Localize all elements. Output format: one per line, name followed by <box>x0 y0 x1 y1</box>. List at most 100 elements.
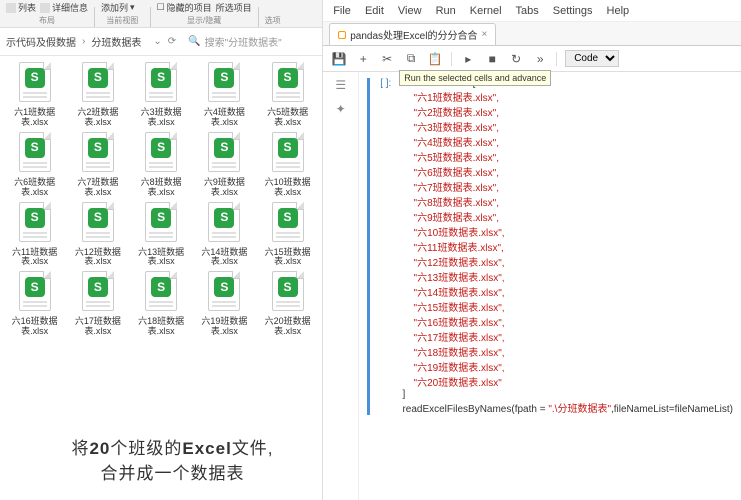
xlsx-icon: S <box>17 271 53 315</box>
address-bar: 示代码及假数据 › 分班数据表 ⌄ ⟳ 🔍 搜索"分班数据表" <box>0 28 322 56</box>
file-label: 六15班数据表.xlsx <box>257 248 318 268</box>
file-item[interactable]: S六11班数据表.xlsx <box>4 202 65 268</box>
file-item[interactable]: S六2班数据表.xlsx <box>67 62 128 128</box>
file-item[interactable]: S六4班数据表.xlsx <box>194 62 255 128</box>
xlsx-icon: S <box>143 62 179 106</box>
xlsx-icon: S <box>80 132 116 176</box>
search-input[interactable]: 🔍 搜索"分班数据表" <box>188 34 318 49</box>
xlsx-icon: S <box>206 271 242 315</box>
file-label: 六9班数据表.xlsx <box>194 178 255 198</box>
ribbon-list[interactable]: 列表 <box>6 1 36 14</box>
caption: 将20个班级的Excel文件, 合并成一个数据表 <box>0 434 345 484</box>
file-item[interactable]: S六13班数据表.xlsx <box>130 202 191 268</box>
run-icon[interactable]: ▸ <box>460 51 476 67</box>
xlsx-icon: S <box>17 132 53 176</box>
file-item[interactable]: S六3班数据表.xlsx <box>130 62 191 128</box>
tab-title: pandas处理Excel的分分合合 <box>350 27 477 42</box>
menu-tabs[interactable]: Tabs <box>516 5 539 17</box>
notebook-toolbar: 💾 + ✂ ⧉ 📋 ▸ ■ ↻ » Code Run the selected … <box>323 46 741 72</box>
tooltip: Run the selected cells and advance <box>399 70 551 86</box>
paste-icon[interactable]: 📋 <box>427 51 443 67</box>
notebook-icon <box>338 31 346 39</box>
file-item[interactable]: S六7班数据表.xlsx <box>67 132 128 198</box>
file-item[interactable]: S六14班数据表.xlsx <box>194 202 255 268</box>
ribbon-addcol[interactable]: 添加列 ▾ <box>101 1 144 14</box>
file-item[interactable]: S六20班数据表.xlsx <box>257 271 318 337</box>
file-label: 六19班数据表.xlsx <box>194 317 255 337</box>
file-label: 六14班数据表.xlsx <box>194 248 255 268</box>
tabbar: pandas处理Excel的分分合合 × <box>323 22 741 46</box>
menu-kernel[interactable]: Kernel <box>470 5 502 17</box>
ribbon-selected[interactable]: 所选项目 <box>216 1 252 14</box>
file-label: 六3班数据表.xlsx <box>130 108 191 128</box>
file-label: 六17班数据表.xlsx <box>67 317 128 337</box>
file-label: 六20班数据表.xlsx <box>257 317 318 337</box>
ext-icon[interactable]: ✦ <box>336 102 346 116</box>
save-icon[interactable]: 💾 <box>331 51 347 67</box>
file-item[interactable]: S六5班数据表.xlsx <box>257 62 318 128</box>
file-item[interactable]: S六19班数据表.xlsx <box>194 271 255 337</box>
stop-icon[interactable]: ■ <box>484 51 500 67</box>
file-label: 六10班数据表.xlsx <box>257 178 318 198</box>
file-item[interactable]: S六18班数据表.xlsx <box>130 271 191 337</box>
menu-help[interactable]: Help <box>607 5 630 17</box>
file-label: 六6班数据表.xlsx <box>4 178 65 198</box>
file-item[interactable]: S六1班数据表.xlsx <box>4 62 65 128</box>
file-item[interactable]: S六8班数据表.xlsx <box>130 132 191 198</box>
file-label: 六16班数据表.xlsx <box>4 317 65 337</box>
code-cell[interactable]: [ ]:fileNameList = [ "六1班数据表.xlsx", "六2班… <box>367 78 733 415</box>
ribbon-hidden[interactable]: ☐ 隐藏的项目 <box>157 1 212 14</box>
cell-type-select[interactable]: Code <box>565 50 619 67</box>
xlsx-icon: S <box>270 62 306 106</box>
xlsx-icon: S <box>80 202 116 246</box>
xlsx-icon: S <box>143 271 179 315</box>
fastforward-icon[interactable]: » <box>532 51 548 67</box>
file-item[interactable]: S六9班数据表.xlsx <box>194 132 255 198</box>
menu-run[interactable]: Run <box>436 5 456 17</box>
file-item[interactable]: S六17班数据表.xlsx <box>67 271 128 337</box>
notebook-tab[interactable]: pandas处理Excel的分分合合 × <box>329 23 496 45</box>
add-icon[interactable]: + <box>355 51 371 67</box>
file-grid: S六1班数据表.xlsxS六2班数据表.xlsxS六3班数据表.xlsxS六4班… <box>0 56 322 343</box>
xlsx-icon: S <box>206 132 242 176</box>
refresh-icon[interactable]: ⟳ <box>168 36 176 47</box>
xlsx-icon: S <box>143 132 179 176</box>
xlsx-icon: S <box>80 62 116 106</box>
menu-file[interactable]: File <box>333 5 351 17</box>
file-item[interactable]: S六10班数据表.xlsx <box>257 132 318 198</box>
close-icon[interactable]: × <box>481 29 487 40</box>
menu-view[interactable]: View <box>398 5 422 17</box>
file-item[interactable]: S六16班数据表.xlsx <box>4 271 65 337</box>
file-label: 六1班数据表.xlsx <box>4 108 65 128</box>
file-label: 六2班数据表.xlsx <box>67 108 128 128</box>
xlsx-icon: S <box>270 271 306 315</box>
file-item[interactable]: S六12班数据表.xlsx <box>67 202 128 268</box>
file-label: 六7班数据表.xlsx <box>67 178 128 198</box>
xlsx-icon: S <box>143 202 179 246</box>
menu-settings[interactable]: Settings <box>553 5 593 17</box>
ribbon-details[interactable]: 详细信息 <box>40 1 88 14</box>
cut-icon[interactable]: ✂ <box>379 51 395 67</box>
file-item[interactable]: S六6班数据表.xlsx <box>4 132 65 198</box>
file-label: 六18班数据表.xlsx <box>130 317 191 337</box>
restart-icon[interactable]: ↻ <box>508 51 524 67</box>
copy-icon[interactable]: ⧉ <box>403 51 419 67</box>
sidebar-gutter: ☰ ✦ <box>323 72 359 500</box>
breadcrumb-b[interactable]: 分班数据表 <box>91 34 141 49</box>
file-label: 六13班数据表.xlsx <box>130 248 191 268</box>
breadcrumb-a[interactable]: 示代码及假数据 <box>6 34 76 49</box>
xlsx-icon: S <box>17 62 53 106</box>
file-label: 六5班数据表.xlsx <box>257 108 318 128</box>
toc-icon[interactable]: ☰ <box>335 78 346 92</box>
file-item[interactable]: S六15班数据表.xlsx <box>257 202 318 268</box>
menubar: File Edit View Run Kernel Tabs Settings Help <box>323 0 741 22</box>
menu-edit[interactable]: Edit <box>365 5 384 17</box>
xlsx-icon: S <box>206 62 242 106</box>
dropdown-icon[interactable]: ⌄ <box>153 36 161 47</box>
file-label: 六8班数据表.xlsx <box>130 178 191 198</box>
xlsx-icon: S <box>80 271 116 315</box>
xlsx-icon: S <box>206 202 242 246</box>
file-label: 六12班数据表.xlsx <box>67 248 128 268</box>
xlsx-icon: S <box>270 132 306 176</box>
xlsx-icon: S <box>270 202 306 246</box>
